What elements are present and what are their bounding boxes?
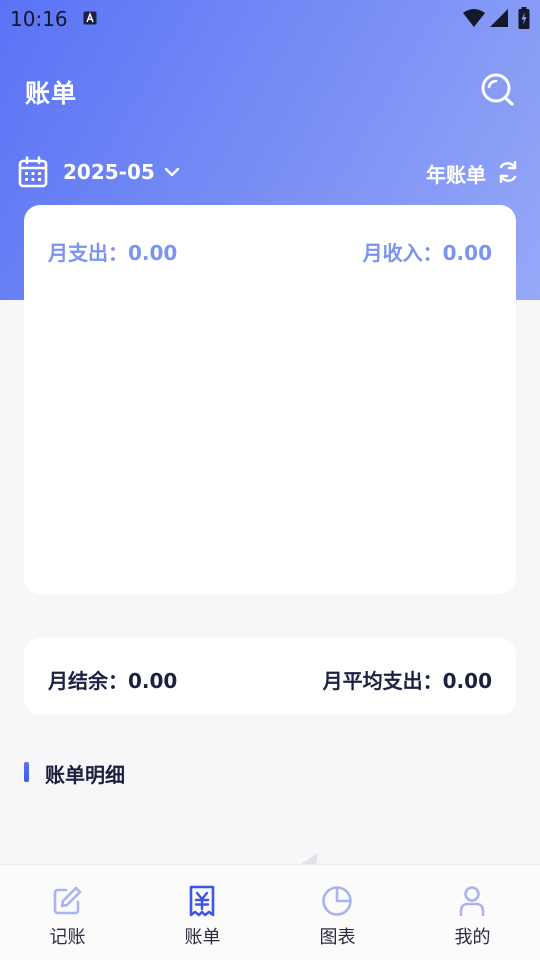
user-icon — [459, 886, 485, 917]
wifi-icon — [463, 9, 485, 27]
keyboard-notification-icon — [83, 11, 97, 25]
nav-label-mine: 我的 — [454, 927, 491, 948]
signal-icon — [490, 9, 508, 27]
battery-charging-icon — [518, 7, 530, 29]
calendar-icon[interactable] — [18, 156, 48, 188]
nav-label-chart: 图表 — [319, 927, 356, 948]
nav-item-chart[interactable]: 图表 — [270, 865, 405, 960]
nav-label-record: 记账 — [49, 927, 86, 948]
balance-card: 月结余：0.00 月平均支出：0.00 — [24, 638, 516, 715]
year-bill-button[interactable]: 年账单 — [426, 159, 486, 188]
monthly-income: 月收入：0.00 — [362, 241, 492, 265]
monthly-summary-card: 月支出：0.00 月收入：0.00 — [24, 205, 516, 594]
month-selector[interactable]: 2025-05 — [63, 160, 155, 184]
nav-item-bill[interactable]: 账单 — [135, 865, 270, 960]
nav-item-mine[interactable]: 我的 — [405, 865, 540, 960]
status-time: 10:16 — [10, 7, 68, 31]
monthly-balance: 月结余：0.00 — [48, 669, 178, 693]
nav-label-bill: 账单 — [184, 927, 221, 948]
chevron-down-icon[interactable] — [163, 163, 181, 181]
status-bar: 10:16 — [0, 0, 540, 36]
monthly-average-expense: 月平均支出：0.00 — [322, 669, 492, 693]
page-title: 账单 — [25, 79, 78, 108]
search-icon[interactable] — [478, 70, 516, 108]
edit-icon — [53, 886, 82, 915]
bill-icon — [189, 885, 215, 917]
monthly-expense: 月支出：0.00 — [48, 241, 178, 265]
bottom-navigation: 记账 账单 图表 我的 — [0, 864, 540, 960]
nav-item-record[interactable]: 记账 — [0, 865, 135, 960]
section-title: 账单明细 — [45, 763, 125, 787]
section-accent-bar — [24, 762, 29, 782]
pie-chart-icon — [322, 886, 352, 916]
refresh-icon[interactable] — [496, 159, 520, 185]
